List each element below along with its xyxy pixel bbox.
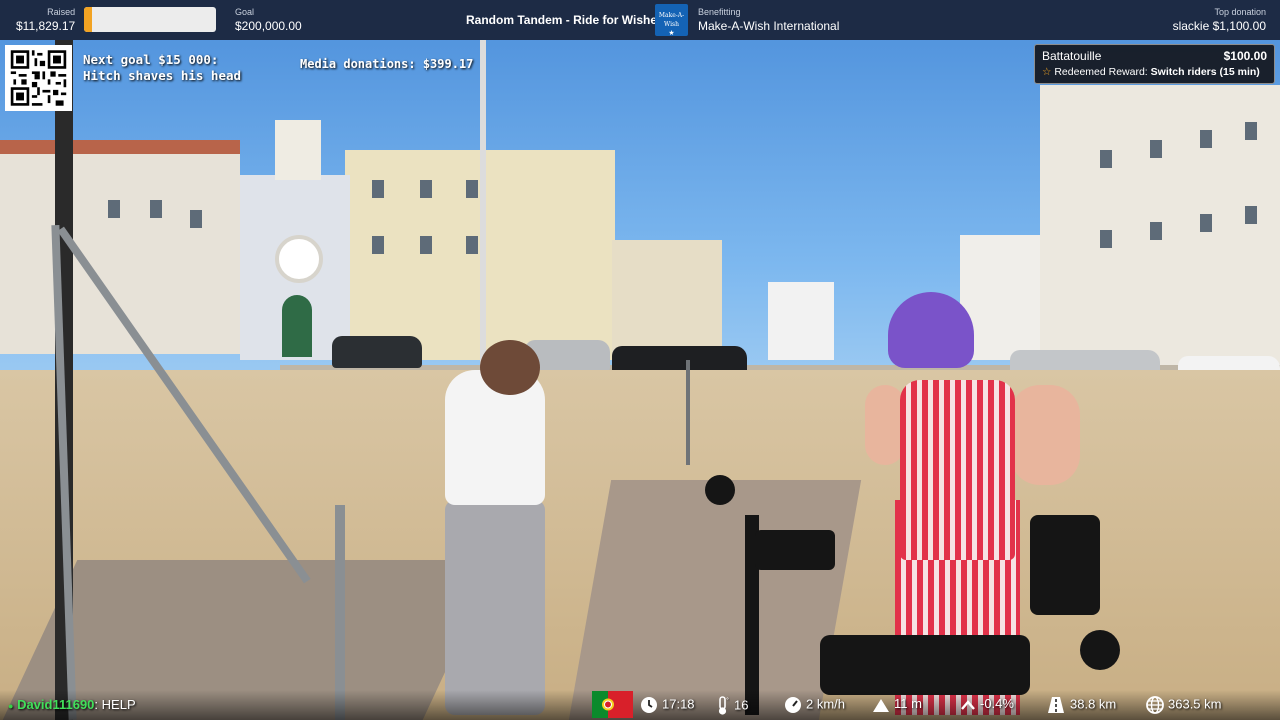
qr-code-icon (5, 45, 72, 111)
clock-icon (641, 697, 657, 713)
chapel-door (282, 295, 312, 357)
stream-video (0, 0, 1280, 720)
window (372, 236, 384, 254)
window (1245, 122, 1257, 140)
trip-distance-readout: 38.8 km (1046, 696, 1116, 714)
alert-amount: $100.00 (1223, 49, 1267, 63)
benefitting-stat: Benefitting Make-A-Wish International (698, 7, 839, 34)
grade-readout: -0.4% (960, 696, 1014, 711)
bike-phone-mount (755, 530, 835, 570)
window (1100, 230, 1112, 248)
chapel-bell-tower (275, 120, 321, 180)
building-mid (612, 240, 722, 360)
window (150, 200, 162, 218)
donation-qr-code[interactable] (5, 45, 72, 111)
goal-label: Goal (235, 7, 255, 17)
temperature-readout: ° 16 (716, 696, 748, 716)
stair-post (335, 505, 345, 720)
window (1150, 222, 1162, 240)
chevron-up-icon (961, 699, 975, 710)
altitude-value: 11 m (894, 696, 922, 711)
man-arm (1010, 385, 1080, 485)
speed-readout: 2 km/h (784, 696, 845, 714)
logo-text: Make-A-Wish (658, 12, 685, 28)
svg-text:°: ° (726, 697, 729, 704)
window (1200, 214, 1212, 232)
woman-head (480, 340, 540, 395)
globe-icon (1146, 696, 1164, 714)
alert-reward-name: Switch riders (15 min) (1150, 66, 1260, 78)
chat-message: ● David111690: HELP (8, 697, 136, 712)
chapel-rose-window (275, 235, 323, 283)
goal-progress-bar (84, 7, 216, 32)
trip-distance-value: 38.8 km (1070, 696, 1117, 712)
pickup-truck (332, 336, 422, 368)
portugal-flag-icon (592, 691, 633, 718)
mountain-icon (873, 698, 889, 712)
top-donation-value: slackie $1,100.00 (1172, 19, 1266, 33)
chat-text: HELP (101, 697, 136, 712)
reward-alert: Battatouille $100.00 ☆ Redeemed Reward: … (1034, 44, 1275, 84)
bike-handlebar-end (1080, 630, 1120, 670)
window (190, 210, 202, 228)
speedometer-icon (785, 697, 801, 713)
thermometer-icon: ° (718, 696, 729, 715)
time-value: 17:18 (662, 696, 695, 712)
alert-reward-line: ☆ Redeemed Reward: Switch riders (15 min… (1042, 66, 1260, 78)
window (1200, 130, 1212, 148)
top-donation-stat: Top donation slackie $1,100.00 (1173, 7, 1266, 34)
window (420, 180, 432, 198)
make-a-wish-logo: Make-A-Wish ★ (655, 4, 688, 37)
chat-separator: : (94, 697, 102, 712)
media-donations-text: Media donations: $399.17 (300, 57, 474, 71)
alert-reward-prefix: Redeemed Reward: (1054, 66, 1148, 78)
altitude-readout: 11 m (872, 696, 922, 713)
bike-phone-mount (1030, 515, 1100, 615)
donation-bar: Raised $11,829.17 Goal $200,000.00 Rando… (0, 0, 1280, 40)
benefitting-value: Make-A-Wish International (698, 19, 840, 33)
window (1245, 206, 1257, 224)
chat-status-icon: ● (8, 701, 14, 711)
raised-label: Raised (47, 7, 76, 17)
total-distance-readout: 363.5 km (1146, 696, 1221, 714)
bike-mirror (705, 475, 735, 505)
boardwalk-rail (686, 360, 690, 465)
goal-stat: Goal $200,000.00 (235, 7, 302, 34)
road-icon (1048, 697, 1064, 713)
building-distant (768, 282, 834, 360)
star-icon: ☆ (1042, 66, 1052, 78)
star-icon: ★ (668, 29, 675, 37)
stream-title: Random Tandem - Ride for Wishes (466, 13, 664, 27)
window (372, 180, 384, 198)
time-readout: 17:18 (640, 696, 695, 714)
bike-battery (820, 635, 1030, 695)
window (420, 236, 432, 254)
total-distance-value: 363.5 km (1168, 696, 1222, 712)
bike-helmet (888, 292, 974, 368)
goal-progress-fill (84, 7, 92, 32)
window (466, 180, 478, 198)
window (1150, 140, 1162, 158)
goal-value: $200,000.00 (235, 19, 302, 33)
window (466, 236, 478, 254)
woman-legs (445, 500, 545, 715)
temperature-value: 16 (734, 697, 749, 713)
lamp-post (480, 40, 486, 370)
raised-value: $11,829.17 (16, 19, 76, 33)
window (108, 200, 120, 218)
benefitting-label: Benefitting (698, 7, 741, 17)
top-donation-label: Top donation (1214, 7, 1266, 17)
man-arm (865, 385, 905, 465)
alert-username: Battatouille (1042, 49, 1102, 63)
grade-value: -0.4% (980, 696, 1014, 711)
next-goal-text: Next goal $15 000: Hitch shaves his head (83, 52, 242, 83)
speed-value: 2 km/h (806, 696, 846, 712)
window (1100, 150, 1112, 168)
raised-stat: Raised $11,829.17 (16, 7, 75, 34)
chat-username: David111690 (17, 697, 95, 712)
